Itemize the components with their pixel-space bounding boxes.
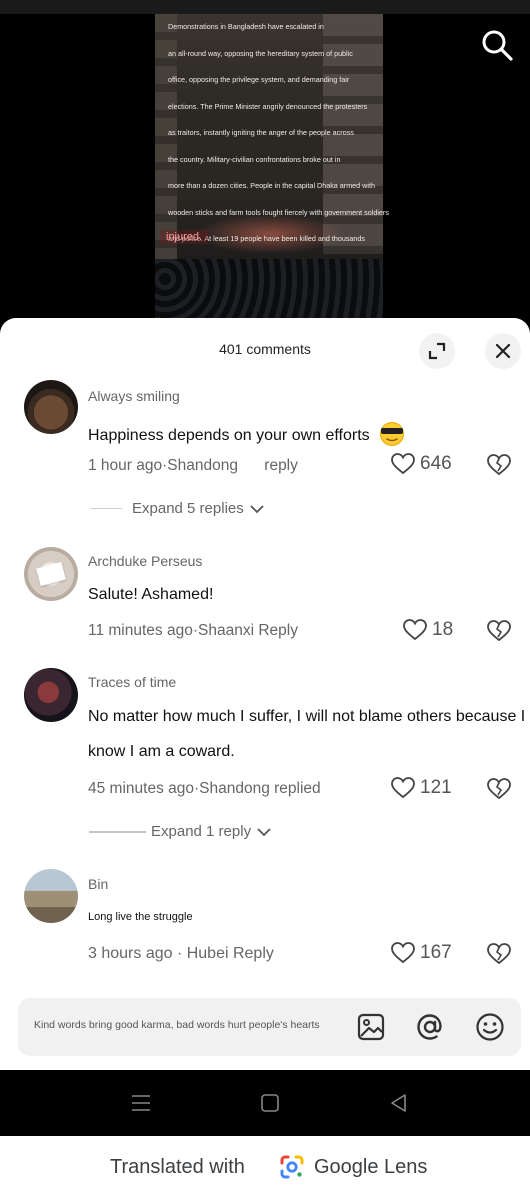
comment-text: Salute! Ashamed! — [88, 586, 214, 603]
mention-button[interactable] — [414, 1011, 446, 1043]
image-button[interactable] — [355, 1011, 387, 1043]
translated-with-label: Translated with — [110, 1156, 245, 1178]
comments-header: 401 comments — [0, 318, 530, 382]
video-caption-line: wooden sticks and farm tools fought fier… — [168, 207, 389, 217]
comment-text-line: know I am a coward. — [88, 743, 235, 760]
expand-button[interactable] — [419, 333, 455, 369]
dislike-button[interactable] — [486, 777, 512, 801]
image-icon — [357, 1013, 385, 1041]
like-button[interactable]: 646 — [390, 452, 452, 476]
heart-icon — [391, 453, 415, 475]
divider: ———— — [89, 823, 146, 840]
comment-username[interactable]: Archduke Perseus — [88, 553, 202, 569]
back-icon — [391, 1094, 406, 1112]
like-count: 646 — [420, 453, 452, 474]
expand-replies-label: Expand 5 replies — [132, 500, 244, 517]
home-icon — [261, 1094, 279, 1112]
google-lens-icon — [280, 1155, 304, 1179]
comment-username[interactable]: Bin — [88, 876, 108, 892]
close-icon — [495, 343, 511, 359]
avatar[interactable] — [24, 380, 78, 434]
like-count: 167 — [420, 942, 452, 963]
broken-heart-icon — [487, 943, 511, 965]
emoji-icon — [476, 1013, 504, 1041]
video-caption: Demonstrations in Bangladesh have escala… — [168, 14, 389, 253]
video-caption-line: office, opposing the privilege system, a… — [168, 75, 350, 84]
video-player[interactable]: Demonstrations in Bangladesh have escala… — [0, 0, 530, 330]
comment-time-location: 1 hour ago·Shandong — [88, 457, 238, 474]
translation-footer: Translated with Google Lens — [0, 1136, 530, 1200]
heart-icon — [391, 942, 415, 964]
video-caption-line: Demonstrations in Bangladesh have escala… — [168, 22, 324, 31]
chevron-down-icon — [250, 504, 264, 513]
dislike-button[interactable] — [486, 453, 512, 477]
expand-replies-button[interactable]: ———— Expand 1 reply — [89, 823, 271, 840]
avatar-note — [36, 561, 66, 587]
close-button[interactable] — [485, 333, 521, 369]
comment-meta: 3 hours ago · Hubei Reply — [88, 945, 274, 962]
like-button[interactable]: 167 — [390, 941, 452, 965]
comment-meta: 45 minutes ago·Shandong replied — [88, 780, 321, 797]
comment-input-bar[interactable]: Kind words bring good karma, bad words h… — [18, 998, 521, 1056]
expand-icon — [428, 342, 446, 360]
heart-icon — [391, 777, 415, 799]
chevron-down-icon — [257, 827, 271, 836]
google-lens-brand: Google Lens — [314, 1156, 428, 1178]
home-button[interactable] — [259, 1092, 281, 1114]
dislike-button[interactable] — [486, 619, 512, 643]
comment-username[interactable]: Traces of time — [88, 674, 176, 690]
avatar[interactable] — [24, 668, 78, 722]
like-count: 18 — [432, 619, 454, 640]
comment-text-line: No matter how much I suffer, I will not … — [88, 708, 526, 725]
like-button[interactable]: 18 — [402, 618, 453, 642]
like-count: 121 — [420, 777, 452, 798]
broken-heart-icon — [487, 454, 511, 476]
video-scene-crowd — [155, 259, 383, 320]
heart-icon — [403, 619, 427, 641]
video-caption-line: an all-round way, opposing the hereditar… — [168, 48, 353, 58]
like-button[interactable]: 121 — [390, 776, 452, 800]
avatar[interactable] — [24, 547, 78, 601]
video-caption-last: injured. — [160, 230, 209, 244]
comment-input-placeholder[interactable]: Kind words bring good karma, bad words h… — [34, 1019, 320, 1031]
video-caption-line: as traitors, instantly igniting the ange… — [168, 128, 354, 137]
broken-heart-icon — [487, 620, 511, 642]
comment-text-content: Happiness depends on your own efforts — [88, 427, 370, 444]
reply-button[interactable]: reply — [264, 457, 298, 474]
back-button[interactable] — [388, 1092, 410, 1114]
comment-text: Long live the struggle — [88, 911, 193, 923]
recents-button[interactable] — [130, 1092, 152, 1114]
dislike-button[interactable] — [486, 942, 512, 966]
status-bar — [0, 0, 530, 14]
comment-text: Happiness depends on your own efforts — [88, 420, 406, 446]
comment-meta: 1 hour ago·Shandong reply — [88, 457, 298, 475]
recents-icon — [132, 1095, 150, 1111]
video-caption-line: elections. The Prime Minister angrily de… — [168, 101, 368, 111]
divider — [90, 508, 122, 509]
search-button[interactable] — [480, 28, 514, 62]
avatar[interactable] — [24, 869, 78, 923]
system-navigation-bar — [0, 1070, 530, 1136]
at-mention-icon — [417, 1014, 442, 1040]
comments-sheet: 401 comments Always smiling Happiness de… — [0, 318, 530, 1070]
comment-username[interactable]: Always smiling — [88, 388, 180, 404]
emoji-button[interactable] — [474, 1011, 506, 1043]
search-icon — [482, 30, 513, 61]
expand-replies-label: Expand 1 reply — [151, 823, 252, 840]
cool-face-emoji — [380, 422, 405, 446]
expand-replies-button[interactable]: Expand 5 replies — [90, 500, 264, 517]
video-caption-line: more than a dozen cities. People in the … — [168, 181, 375, 190]
comment-meta: 11 minutes ago·Shaanxi Reply — [88, 622, 298, 639]
video-caption-line: the country. Military-civilian confronta… — [168, 154, 341, 164]
broken-heart-icon — [487, 778, 511, 800]
